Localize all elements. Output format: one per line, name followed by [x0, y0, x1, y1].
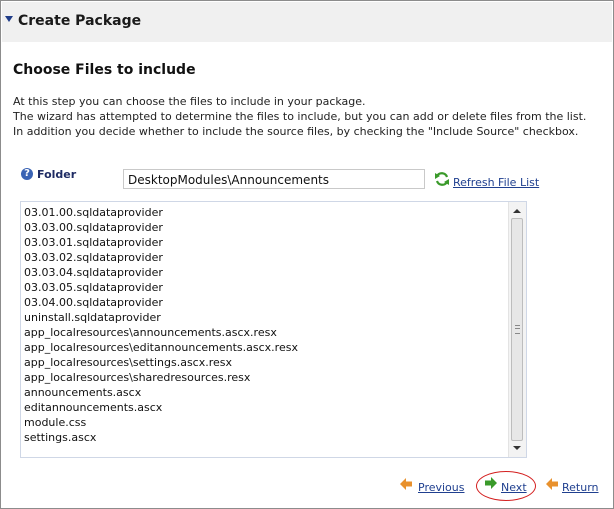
chevron-down-icon[interactable] — [5, 16, 13, 22]
panel-header[interactable]: Create Package — [2, 2, 612, 42]
section-title: Choose Files to include — [13, 62, 196, 78]
refresh-file-list-link[interactable]: Refresh File List — [453, 176, 539, 189]
list-item[interactable]: 03.03.05.sqldataprovider — [24, 280, 298, 295]
file-list[interactable]: 03.01.00.sqldataprovider 03.03.00.sqldat… — [20, 201, 527, 458]
scroll-up-icon[interactable] — [513, 209, 521, 213]
help-icon[interactable]: ? — [21, 168, 33, 180]
list-item[interactable]: settings.ascx — [24, 430, 298, 445]
list-item[interactable]: app_localresources\settings.ascx.resx — [24, 355, 298, 370]
description-line-3: In addition you decide whether to includ… — [13, 125, 579, 138]
refresh-icon[interactable] — [434, 171, 450, 187]
file-list-scrollbar[interactable] — [508, 202, 526, 457]
scroll-down-icon[interactable] — [513, 446, 521, 450]
list-item[interactable]: editannouncements.ascx — [24, 400, 298, 415]
list-item[interactable]: app_localresources\sharedresources.resx — [24, 370, 298, 385]
list-item[interactable]: module.css — [24, 415, 298, 430]
folder-label: Folder — [37, 168, 77, 181]
list-item[interactable]: uninstall.sqldataprovider — [24, 310, 298, 325]
next-highlight-ring — [476, 471, 536, 501]
list-item[interactable]: announcements.ascx — [24, 385, 298, 400]
list-item[interactable]: 03.03.00.sqldataprovider — [24, 220, 298, 235]
file-items: 03.01.00.sqldataprovider 03.03.00.sqldat… — [24, 205, 298, 445]
list-item[interactable]: app_localresources\editannouncements.asc… — [24, 340, 298, 355]
scrollbar-thumb[interactable] — [511, 218, 523, 441]
list-item[interactable]: 03.03.04.sqldataprovider — [24, 265, 298, 280]
create-package-panel: Create Package Choose Files to include A… — [0, 0, 614, 509]
return-arrow-icon — [546, 478, 558, 490]
arrow-left-icon — [400, 478, 412, 490]
list-item[interactable]: app_localresources\announcements.ascx.re… — [24, 325, 298, 340]
panel-title: Create Package — [18, 13, 142, 29]
list-item[interactable]: 03.01.00.sqldataprovider — [24, 205, 298, 220]
list-item[interactable]: 03.03.01.sqldataprovider — [24, 235, 298, 250]
description-line-2: The wizard has attempted to determine th… — [13, 110, 587, 123]
grip-icon — [515, 325, 520, 334]
previous-button[interactable]: Previous — [418, 481, 465, 494]
folder-input[interactable]: DesktopModules\Announcements — [123, 169, 425, 189]
return-button[interactable]: Return — [562, 481, 599, 494]
list-item[interactable]: 03.03.02.sqldataprovider — [24, 250, 298, 265]
description-line-1: At this step you can choose the files to… — [13, 95, 366, 108]
list-item[interactable]: 03.04.00.sqldataprovider — [24, 295, 298, 310]
